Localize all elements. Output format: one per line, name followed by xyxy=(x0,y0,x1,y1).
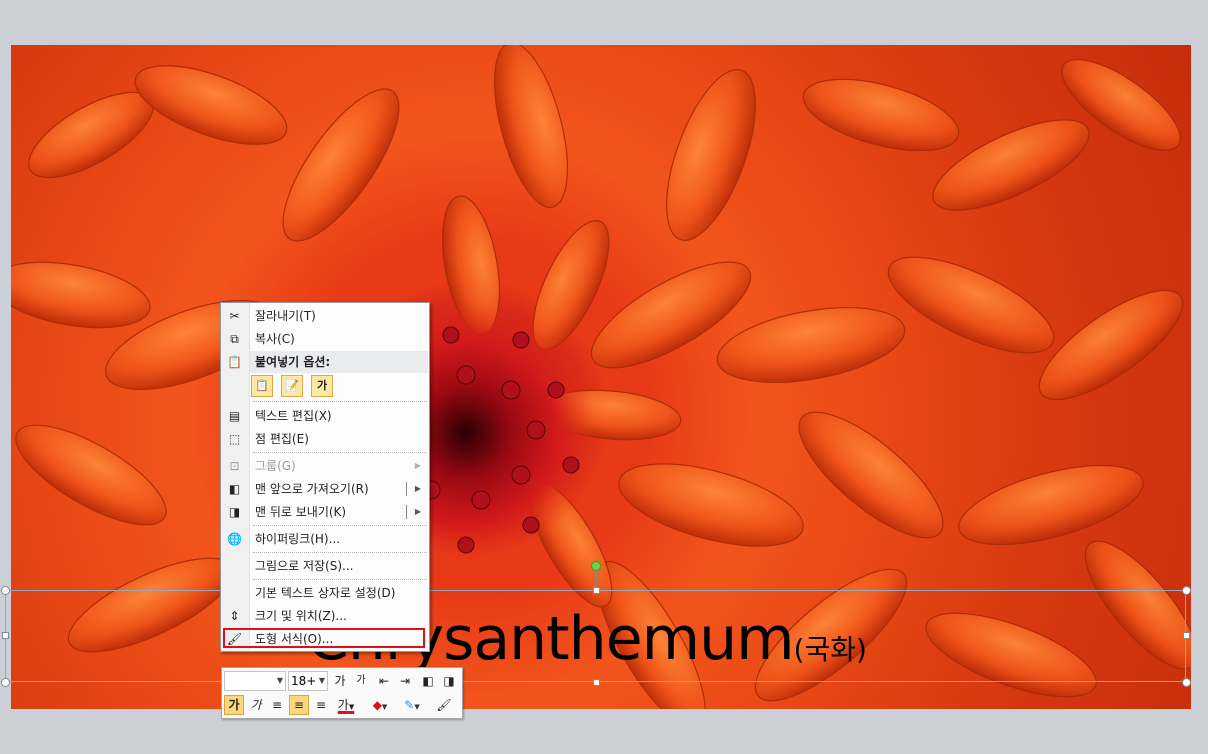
chevron-down-icon: ▼ xyxy=(414,703,420,711)
context-menu: ✂ 잘라내기(T) ⧉ 복사(C) 📋 붙여넣기 옵션: 📋 📝 가 ▤ 텍스트… xyxy=(220,302,430,652)
align-left-icon[interactable]: ≡ xyxy=(267,695,287,715)
align-right-icon[interactable]: ≡ xyxy=(311,695,331,715)
resize-handle-bottom[interactable] xyxy=(593,679,600,686)
menu-item-save-as-picture[interactable]: 그림으로 저장(S)... xyxy=(221,555,429,577)
text-edit-icon: ▤ xyxy=(228,409,241,423)
mini-toolbar: ▼ 18+ ▼ 가 가 ⇤ ⇥ ◧ ◨ 가 가 ≡ ≡ ≡ 가▼ ◆▼ ✎▼ 🖌 xyxy=(221,667,463,719)
group-icon: ⊡ xyxy=(229,459,240,473)
decrease-indent-icon[interactable]: ⇤ xyxy=(374,671,394,691)
resize-handle-top-right[interactable] xyxy=(1182,586,1191,595)
menu-item-send-to-back[interactable]: ◨ 맨 뒤로 보내기(K) ▶ xyxy=(221,501,429,523)
scissors-icon: ✂ xyxy=(229,309,240,323)
send-to-back-icon: ◨ xyxy=(228,505,241,519)
increase-indent-icon[interactable]: ⇥ xyxy=(395,671,415,691)
font-color-button[interactable]: 가▼ xyxy=(334,695,358,715)
submenu-arrow-icon[interactable]: ▶ xyxy=(415,478,421,500)
split-divider xyxy=(406,482,407,496)
resize-handle-top-left[interactable] xyxy=(1,586,10,595)
submenu-arrow-icon[interactable]: ▶ xyxy=(415,501,421,523)
bold-button[interactable]: 가 xyxy=(224,695,244,715)
paste-options-label-row: 붙여넣기 옵션: xyxy=(250,351,428,373)
menu-item-size-position[interactable]: ⇕ 크기 및 위치(Z)... xyxy=(221,605,429,627)
italic-label: 가 xyxy=(250,698,262,712)
hyperlink-icon: 🌐 xyxy=(227,532,242,546)
size-position-icon: ⇕ xyxy=(229,609,240,623)
resize-handle-bottom-left[interactable] xyxy=(1,678,10,687)
submenu-arrow-icon: ▶ xyxy=(414,461,421,470)
line-color-icon[interactable]: ✎▼ xyxy=(400,695,424,715)
bring-to-front-icon: ◧ xyxy=(228,482,241,496)
resize-handle-left[interactable] xyxy=(2,632,9,639)
font-name-combo[interactable]: ▼ xyxy=(224,671,286,691)
title-textbox[interactable]: Chrysanthemum(국화) xyxy=(11,593,1191,685)
grow-font-button[interactable]: 가 xyxy=(330,671,350,691)
bring-forward-icon[interactable]: ◧ xyxy=(418,671,438,691)
menu-separator xyxy=(253,525,427,526)
paste-keep-source-icon[interactable]: 📋 xyxy=(251,375,273,397)
paste-text-only-button[interactable]: 가 xyxy=(311,375,333,397)
chevron-down-icon: ▼ xyxy=(348,703,355,711)
slide-title-suffix: (국화) xyxy=(793,633,867,666)
format-shape-highlight xyxy=(223,628,425,648)
resize-handle-bottom-right[interactable] xyxy=(1182,678,1191,687)
fill-color-icon[interactable]: ◆▼ xyxy=(368,695,392,715)
paste-options-label: 붙여넣기 옵션: xyxy=(255,355,331,369)
font-size-value: 18+ xyxy=(291,674,317,688)
slide-canvas[interactable]: Chrysanthemum(국화) xyxy=(11,45,1191,709)
chevron-down-icon: ▼ xyxy=(381,703,388,711)
rotation-handle[interactable] xyxy=(591,561,601,571)
menu-item-bring-to-front[interactable]: ◧ 맨 앞으로 가져오기(R) ▶ xyxy=(221,478,429,500)
menu-item-edit-text[interactable]: ▤ 텍스트 편집(X) xyxy=(221,405,429,427)
resize-handle-top[interactable] xyxy=(593,587,600,594)
menu-item-group: ⊡ 그룹(G) ▶ xyxy=(221,455,429,477)
menu-separator xyxy=(253,552,427,553)
chevron-down-icon[interactable]: ▼ xyxy=(319,672,325,690)
split-divider xyxy=(406,505,407,519)
menu-item-copy[interactable]: ⧉ 복사(C) xyxy=(221,328,429,350)
align-center-icon[interactable]: ≡ xyxy=(289,695,309,715)
paste-icon: 📋 xyxy=(227,355,242,369)
menu-separator xyxy=(253,579,427,580)
paste-merge-formatting-icon[interactable]: 📝 xyxy=(281,375,303,397)
menu-item-set-default-textbox[interactable]: 기본 텍스트 상자로 설정(D) xyxy=(221,582,429,604)
resize-handle-right[interactable] xyxy=(1183,632,1190,639)
chevron-down-icon[interactable]: ▼ xyxy=(277,672,283,690)
italic-button[interactable]: 가 xyxy=(246,695,266,715)
format-painter-icon[interactable]: 🖌 xyxy=(434,695,454,715)
shrink-font-button[interactable]: 가 xyxy=(351,671,371,691)
copy-icon: ⧉ xyxy=(230,332,239,346)
menu-item-cut[interactable]: ✂ 잘라내기(T) xyxy=(221,305,429,327)
menu-separator xyxy=(253,401,427,402)
font-color-label: 가 xyxy=(337,698,349,712)
menu-separator xyxy=(253,452,427,453)
font-size-combo[interactable]: 18+ ▼ xyxy=(288,671,328,691)
menu-item-hyperlink[interactable]: 🌐 하이퍼링크(H)... xyxy=(221,528,429,550)
shrink-font-label: 가 xyxy=(356,675,366,686)
send-backward-icon[interactable]: ◨ xyxy=(439,671,459,691)
grow-font-label: 가 xyxy=(334,674,346,688)
menu-item-edit-points[interactable]: ⬚ 점 편집(E) xyxy=(221,428,429,450)
edit-points-icon: ⬚ xyxy=(228,432,241,446)
bold-label: 가 xyxy=(228,698,240,712)
